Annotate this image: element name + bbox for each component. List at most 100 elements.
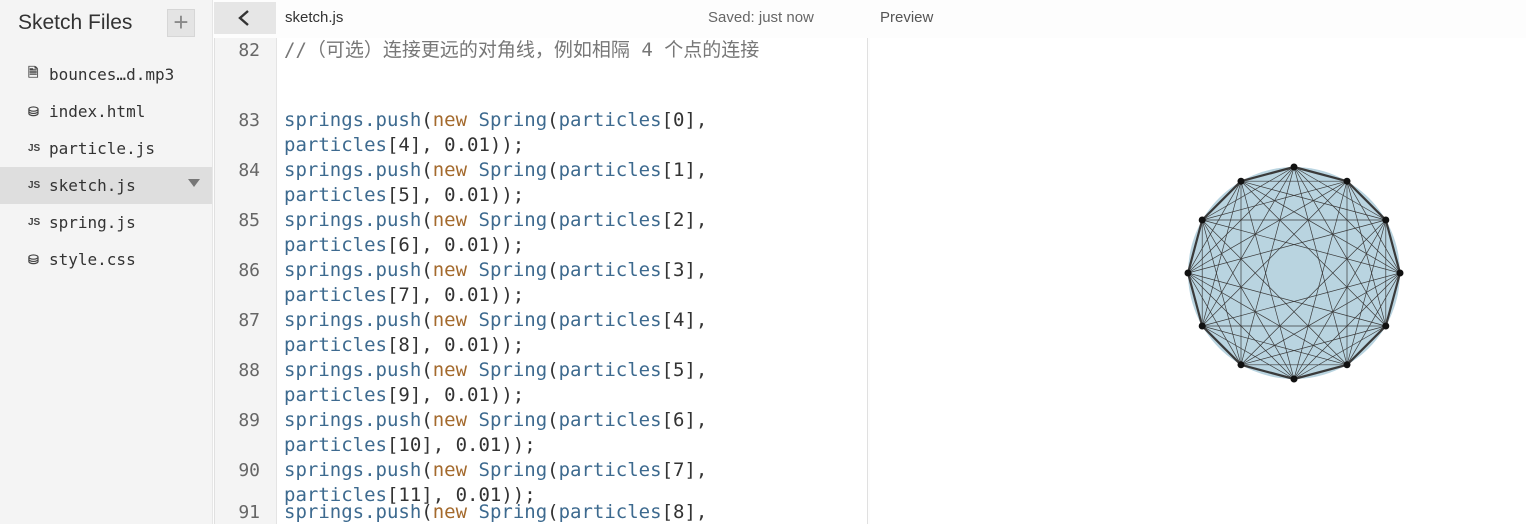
sidebar-header: Sketch Files + xyxy=(0,0,212,48)
line-number: 90 xyxy=(238,460,260,481)
particle-point xyxy=(1290,375,1298,383)
code-method: .push xyxy=(364,259,422,281)
line-number: 87 xyxy=(238,310,260,331)
code-identifier: springs xyxy=(284,501,365,523)
line-number: 86 xyxy=(238,260,260,281)
code-method: .push xyxy=(364,459,422,481)
particle-point xyxy=(1184,269,1192,277)
line-number: 82 xyxy=(238,40,260,61)
file-sidebar: Sketch Files + 🗎 bounces…d.mp3 ⛁ index.html… xyxy=(0,0,213,524)
code-argument: particles[5], xyxy=(558,359,708,381)
code-argument: particles[6], 0.01)); xyxy=(284,234,525,256)
code-argument: particles[7], 0.01)); xyxy=(284,284,525,306)
code-identifier: springs xyxy=(284,209,365,231)
file-item[interactable]: 🗎 bounces…d.mp3 xyxy=(0,56,212,93)
code-argument: particles[7], xyxy=(558,459,708,481)
preview-title: Preview xyxy=(880,9,934,26)
code-class: Spring xyxy=(478,259,548,281)
file-item[interactable]: JS spring.js xyxy=(0,204,212,241)
code-argument: particles[5], 0.01)); xyxy=(284,184,525,206)
line-number: 88 xyxy=(238,360,260,381)
code-method: .push xyxy=(364,209,422,231)
code-keyword: new xyxy=(432,459,468,481)
code-identifier: springs xyxy=(284,409,365,431)
particle-point xyxy=(1237,361,1245,369)
code-method: .push xyxy=(364,501,422,523)
file-item[interactable]: JS particle.js xyxy=(0,130,212,167)
line-code: springs.push(new Spring(particles[6], pa… xyxy=(284,409,708,456)
js-file-icon: JS xyxy=(28,217,41,228)
code-method: .push xyxy=(364,359,422,381)
particle-point xyxy=(1396,269,1404,277)
code-argument: particles[0], xyxy=(558,109,708,131)
line-number: 83 xyxy=(238,110,260,131)
code-class: Spring xyxy=(478,459,548,481)
line-code: //（可选）连接更远的对角线，例如相隔 4 个点的连接 xyxy=(284,38,854,63)
code-identifier: springs xyxy=(284,259,365,281)
code-keyword: new xyxy=(432,359,468,381)
sidebar-title: Sketch Files xyxy=(18,11,133,34)
line-number: 89 xyxy=(238,410,260,431)
code-argument: particles[10], 0.01)); xyxy=(284,434,536,456)
code-identifier: springs xyxy=(284,109,365,131)
js-file-icon: JS xyxy=(28,143,41,154)
code-argument: particles[1], xyxy=(558,159,708,181)
code-class: Spring xyxy=(478,209,548,231)
code-method: .push xyxy=(364,409,422,431)
code-argument: particles[4], xyxy=(558,309,708,331)
particle-point xyxy=(1198,322,1206,330)
code-identifier: springs xyxy=(284,309,365,331)
line-number: 84 xyxy=(238,160,260,181)
code-argument: particles[8], xyxy=(558,501,708,523)
code-class: Spring xyxy=(478,159,548,181)
code-argument: particles[8], 0.01)); xyxy=(284,334,525,356)
code-argument: particles[6], xyxy=(558,409,708,431)
sketch-canvas[interactable] xyxy=(870,38,1526,524)
preview-pane xyxy=(870,38,1526,524)
add-file-button[interactable]: + xyxy=(167,9,195,37)
file-item[interactable]: ⛁ index.html xyxy=(0,93,212,130)
code-keyword: new xyxy=(432,159,468,181)
code-method: .push xyxy=(364,109,422,131)
file-icon: 🗎 xyxy=(28,64,39,80)
save-status: Saved: just now xyxy=(708,9,814,26)
chevron-left-icon xyxy=(238,10,249,26)
code-class: Spring xyxy=(478,309,548,331)
line-code: springs.push(new Spring(particles[3], pa… xyxy=(284,259,708,306)
code-keyword: new xyxy=(432,409,468,431)
line-code: springs.push(new Spring(particles[8], xyxy=(284,501,708,523)
code-editor[interactable]: 82//（可选）连接更远的对角线，例如相隔 4 个点的连接 83 springs.p… xyxy=(214,38,868,524)
particle-point xyxy=(1198,216,1206,224)
file-name: particle.js xyxy=(49,139,155,158)
particle-point xyxy=(1343,361,1351,369)
code-method: .push xyxy=(364,159,422,181)
file-name: style.css xyxy=(49,250,136,269)
file-item[interactable]: JS sketch.js xyxy=(0,167,212,204)
line-code: springs.push(new Spring(particles[5], pa… xyxy=(284,359,708,406)
code-argument: particles[2], xyxy=(558,209,708,231)
code-argument: particles[9], 0.01)); xyxy=(284,384,525,406)
file-options-caret-icon[interactable] xyxy=(188,179,200,187)
code-keyword: new xyxy=(432,109,468,131)
line-number: 85 xyxy=(238,210,260,231)
code-keyword: new xyxy=(432,209,468,231)
file-list: 🗎 bounces…d.mp3 ⛁ index.html JS particle.js JS… xyxy=(0,56,212,278)
code-argument: particles[4], 0.01)); xyxy=(284,134,525,156)
particle-point xyxy=(1237,177,1245,185)
editor-file-title: sketch.js xyxy=(285,9,344,26)
file-name: sketch.js xyxy=(49,176,136,195)
sketch-fill xyxy=(1188,167,1400,379)
line-code: springs.push(new Spring(particles[2], pa… xyxy=(284,209,708,256)
code-class: Spring xyxy=(478,409,548,431)
code-identifier: springs xyxy=(284,459,365,481)
css-file-icon: ⛁ xyxy=(28,251,39,267)
code-keyword: new xyxy=(432,259,468,281)
line-number: 91 xyxy=(238,502,260,523)
file-item[interactable]: ⛁ style.css xyxy=(0,241,212,278)
code-keyword: new xyxy=(432,501,468,523)
collapse-sidebar-button[interactable] xyxy=(214,2,276,34)
particle-point xyxy=(1382,216,1390,224)
line-code: springs.push(new Spring(particles[4], pa… xyxy=(284,309,708,356)
code-identifier: springs xyxy=(284,359,365,381)
js-file-icon: JS xyxy=(28,180,41,191)
